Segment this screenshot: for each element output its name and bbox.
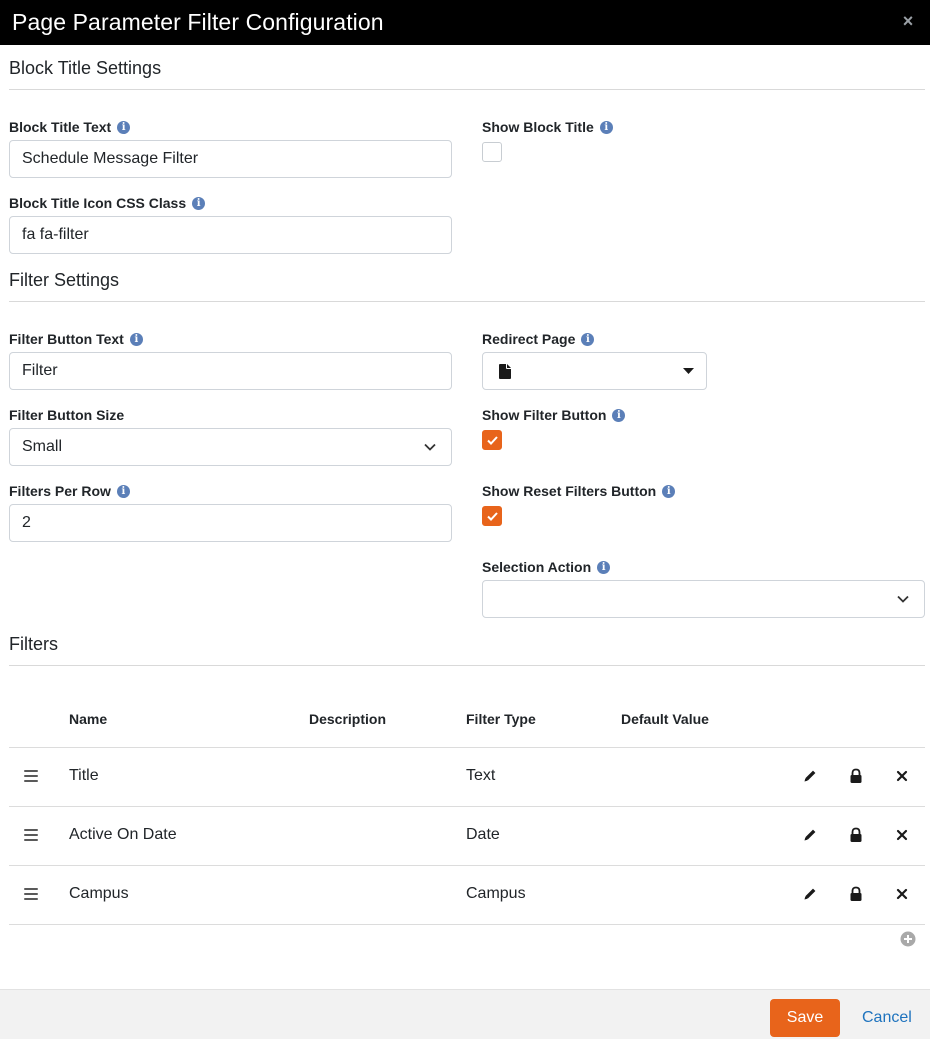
info-icon[interactable]: i bbox=[192, 196, 206, 210]
block-title-icon-css-label: Block Title Icon CSS Class i bbox=[9, 195, 206, 211]
block-title-icon-css-label-text: Block Title Icon CSS Class bbox=[9, 195, 187, 211]
filter-name: Active On Date bbox=[69, 826, 177, 843]
chevron-down-icon bbox=[897, 595, 909, 603]
column-header-name: Name bbox=[69, 711, 108, 727]
selection-action-label-text: Selection Action bbox=[482, 559, 592, 575]
selection-action-select[interactable] bbox=[482, 580, 925, 618]
info-icon[interactable]: i bbox=[117, 120, 131, 134]
section-divider bbox=[9, 89, 925, 90]
block-title-icon-css-value: fa fa-filter bbox=[22, 226, 89, 243]
filter-settings-heading: Filter Settings bbox=[9, 270, 120, 290]
pencil-icon[interactable] bbox=[802, 827, 818, 843]
block-title-text-value: Schedule Message Filter bbox=[22, 150, 199, 167]
pencil-icon[interactable] bbox=[802, 886, 818, 902]
cancel-button[interactable]: Cancel bbox=[862, 1009, 912, 1027]
block-title-text-label: Block Title Text i bbox=[9, 119, 131, 135]
block-title-text-input[interactable]: Schedule Message Filter bbox=[9, 140, 452, 178]
file-icon bbox=[499, 364, 511, 379]
filter-name: Title bbox=[69, 767, 99, 784]
show-block-title-label: Show Block Title i bbox=[482, 119, 613, 135]
filter-type: Campus bbox=[466, 885, 526, 902]
filter-button-text-label: Filter Button Text i bbox=[9, 331, 143, 347]
block-title-settings-heading: Block Title Settings bbox=[9, 58, 162, 78]
save-button[interactable]: Save bbox=[770, 999, 840, 1037]
section-divider bbox=[9, 665, 925, 666]
filter-type: Text bbox=[466, 767, 496, 784]
column-header-filter-type: Filter Type bbox=[466, 711, 536, 727]
table-row: Title Text bbox=[9, 748, 925, 807]
drag-handle-icon[interactable] bbox=[24, 770, 38, 784]
info-icon[interactable]: i bbox=[612, 408, 626, 422]
plus-circle-icon[interactable] bbox=[900, 931, 916, 947]
info-icon[interactable]: i bbox=[129, 332, 143, 346]
lock-icon[interactable] bbox=[848, 886, 864, 902]
info-icon[interactable]: i bbox=[662, 484, 676, 498]
check-icon bbox=[487, 436, 498, 445]
info-icon[interactable]: i bbox=[581, 332, 595, 346]
filter-button-text-input[interactable]: Filter bbox=[9, 352, 452, 390]
block-title-text-label-text: Block Title Text bbox=[9, 119, 112, 135]
filters-heading: Filters bbox=[9, 634, 58, 654]
close-icon[interactable]: × bbox=[900, 12, 916, 30]
filter-type: Date bbox=[466, 826, 500, 843]
close-icon[interactable] bbox=[894, 886, 910, 902]
lock-icon[interactable] bbox=[848, 768, 864, 784]
drag-handle-icon[interactable] bbox=[24, 888, 38, 902]
selection-action-label: Selection Action i bbox=[482, 559, 611, 575]
filters-per-row-input[interactable]: 2 bbox=[9, 504, 452, 542]
filter-button-size-label: Filter Button Size bbox=[9, 407, 124, 423]
show-filter-button-label: Show Filter Button i bbox=[482, 407, 626, 423]
drag-handle-icon[interactable] bbox=[24, 829, 38, 843]
filter-button-text-label-text: Filter Button Text bbox=[9, 331, 124, 347]
filter-button-text-value: Filter bbox=[22, 362, 58, 379]
show-reset-filters-label: Show Reset Filters Button i bbox=[482, 483, 676, 499]
filter-name: Campus bbox=[69, 885, 129, 902]
show-block-title-label-text: Show Block Title bbox=[482, 119, 594, 135]
check-icon bbox=[487, 512, 498, 521]
column-header-description: Description bbox=[309, 711, 387, 727]
filter-button-size-value: Small bbox=[22, 438, 63, 455]
filters-per-row-label: Filters Per Row i bbox=[9, 483, 130, 499]
block-title-icon-css-input[interactable]: fa fa-filter bbox=[9, 216, 452, 254]
caret-down-icon bbox=[683, 368, 694, 374]
show-filter-button-label-text: Show Filter Button bbox=[482, 407, 607, 423]
chevron-down-icon bbox=[424, 443, 436, 451]
redirect-page-label-text: Redirect Page bbox=[482, 331, 576, 347]
filters-per-row-label-text: Filters Per Row bbox=[9, 483, 111, 499]
lock-icon[interactable] bbox=[848, 827, 864, 843]
table-row: Active On Date Date bbox=[9, 807, 925, 866]
table-row: Campus Campus bbox=[9, 866, 925, 925]
filter-button-size-select[interactable]: Small bbox=[9, 428, 452, 466]
pencil-icon[interactable] bbox=[802, 768, 818, 784]
info-icon[interactable]: i bbox=[116, 484, 130, 498]
close-icon[interactable] bbox=[894, 768, 910, 784]
show-reset-filters-label-text: Show Reset Filters Button bbox=[482, 483, 657, 499]
redirect-page-picker[interactable] bbox=[482, 352, 707, 390]
info-icon[interactable]: i bbox=[599, 120, 613, 134]
close-icon[interactable] bbox=[894, 827, 910, 843]
section-divider bbox=[9, 301, 925, 302]
dialog-titlebar: Page Parameter Filter Configuration × bbox=[0, 0, 930, 45]
column-header-default-value: Default Value bbox=[621, 711, 709, 727]
info-icon[interactable]: i bbox=[597, 560, 611, 574]
show-filter-button-checkbox[interactable] bbox=[482, 430, 502, 450]
show-reset-filters-checkbox[interactable] bbox=[482, 506, 502, 526]
show-block-title-checkbox[interactable] bbox=[482, 142, 502, 162]
dialog-footer: Save Cancel bbox=[0, 989, 930, 1039]
filter-button-size-label-text: Filter Button Size bbox=[9, 407, 125, 423]
dialog-title: Page Parameter Filter Configuration bbox=[12, 9, 384, 35]
filters-per-row-value: 2 bbox=[22, 514, 31, 531]
redirect-page-label: Redirect Page i bbox=[482, 331, 595, 347]
